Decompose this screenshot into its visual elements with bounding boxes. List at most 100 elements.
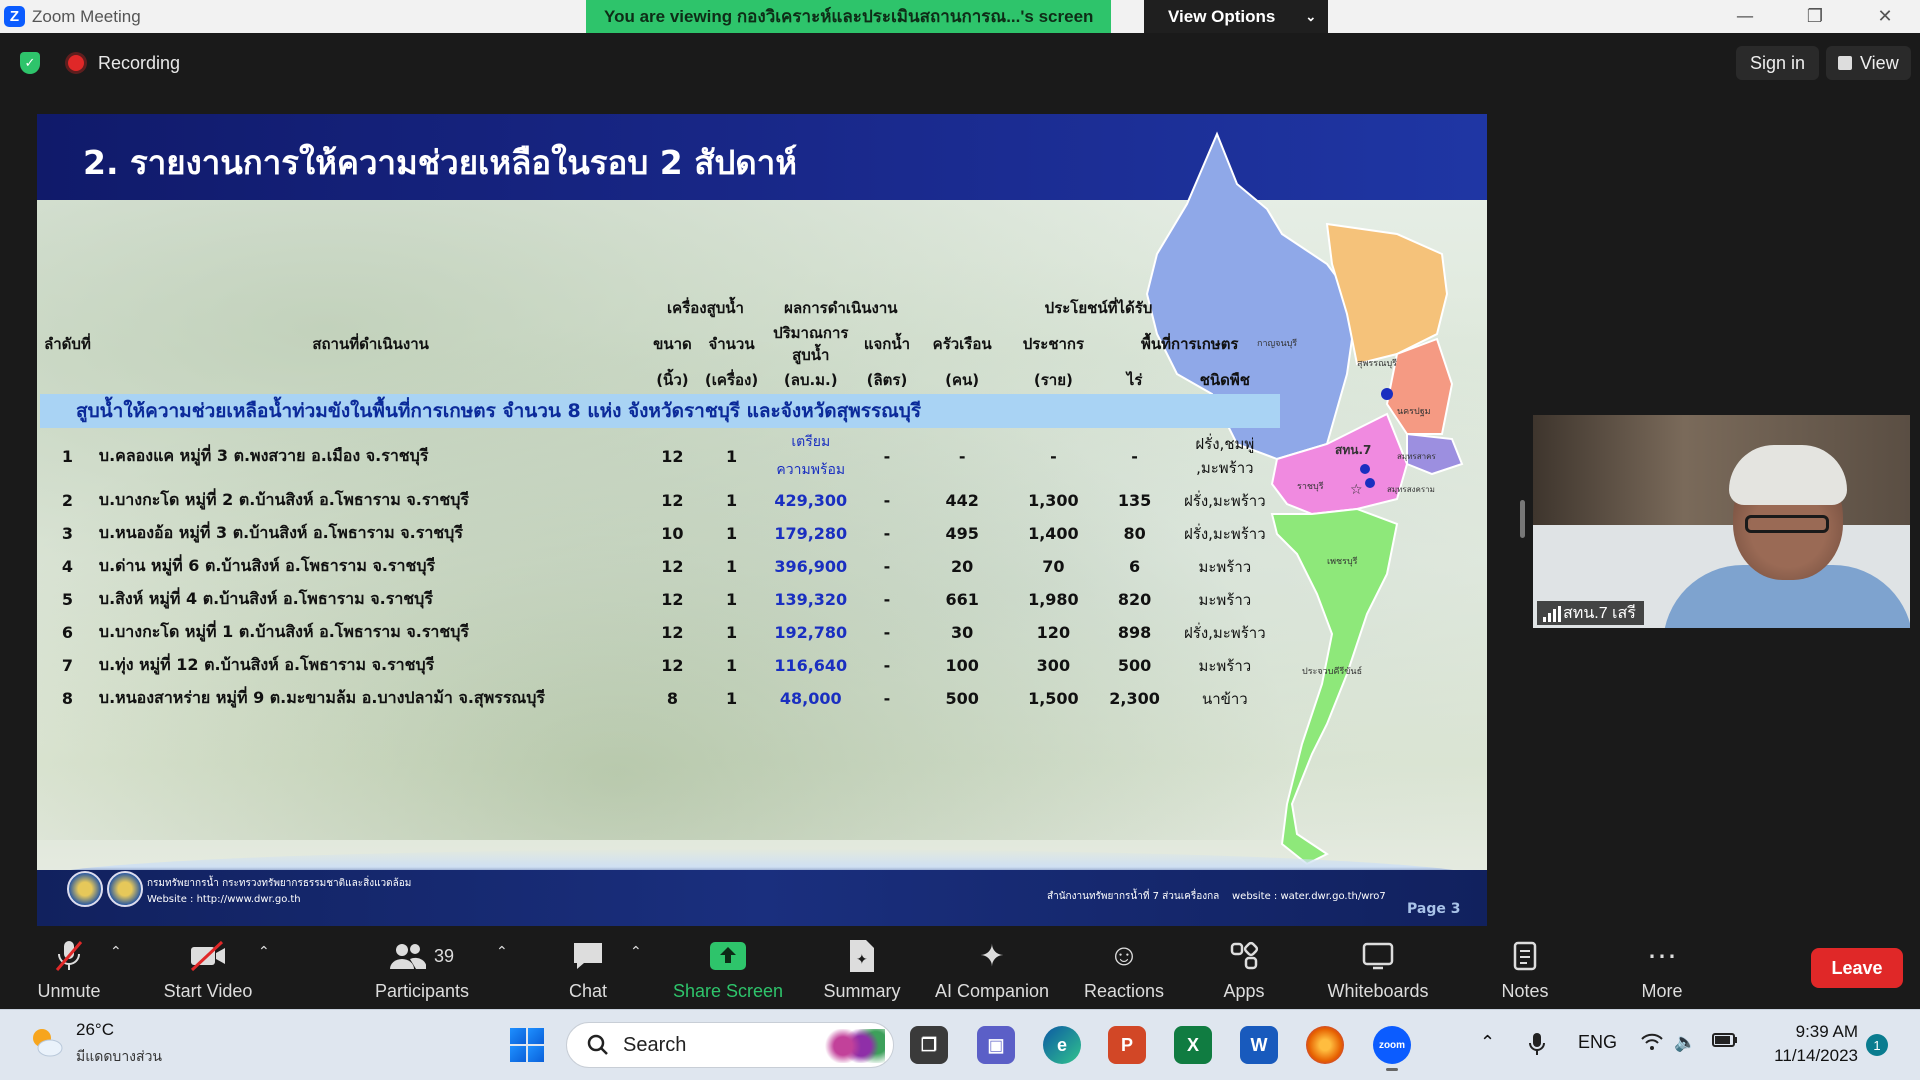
edge-browser-icon[interactable]: e [1043, 1026, 1081, 1064]
map-label: ประจวบคีรีขันธ์ [1302, 665, 1362, 677]
cell-place: บ.บางกะโด หมู่ที่ 1 ต.บ้านสิงห์ อ.โพธารา… [98, 622, 469, 641]
recording-label[interactable]: Recording [98, 53, 180, 74]
cell-size: 10 [661, 524, 684, 543]
apps-button[interactable]: Apps [1196, 930, 1292, 1010]
cell-population: 1,300 [1028, 491, 1079, 510]
weather-condition[interactable]: มีแดดบางส่วน [76, 1046, 162, 1068]
unmute-button[interactable]: Unmute [30, 930, 108, 1010]
teams-chat-icon[interactable]: ▣ [977, 1026, 1015, 1064]
share-screen-button[interactable]: Share Screen [666, 930, 790, 1010]
cell-no: 5 [61, 590, 74, 609]
participants-caret-icon[interactable]: ⌃ [496, 944, 508, 960]
video-options-caret-icon[interactable]: ⌃ [258, 944, 270, 960]
participant-video-tile[interactable]: สทน.7 เสรี [1533, 415, 1910, 628]
cell-population: 120 [1036, 623, 1071, 642]
table-row: 7 บ.ทุ่ง หมู่ที่ 12 ต.บ้านสิงห์ อ.โพธารา… [40, 649, 1280, 682]
ai-companion-button[interactable]: ✦ AI Companion [930, 930, 1054, 1010]
cell-water: - [883, 590, 891, 609]
view-button-label: View [1860, 52, 1899, 73]
restore-icon[interactable]: ❐ [1780, 0, 1850, 33]
wifi-icon[interactable] [1640, 1032, 1664, 1057]
notes-button[interactable]: Notes [1482, 930, 1568, 1010]
taskbar-clock[interactable]: 9:39 AM 11/14/2023 [1754, 1020, 1858, 1068]
cell-volume: 396,900 [774, 557, 848, 576]
powerpoint-icon[interactable]: P [1108, 1026, 1146, 1064]
windows-start-icon[interactable] [510, 1028, 544, 1062]
close-icon[interactable]: ✕ [1850, 0, 1920, 33]
footer-office: สำนักงานทรัพยากรน้ำที่ 7 ส่วนเครื่องกล [1047, 891, 1220, 902]
battery-icon[interactable] [1712, 1032, 1738, 1053]
dwr-seal-icon [107, 871, 143, 907]
minimize-icon[interactable]: — [1710, 0, 1780, 33]
more-button[interactable]: ⋯ More [1622, 930, 1702, 1010]
weather-sun-cloud-icon[interactable] [28, 1024, 64, 1060]
footer-org: กรมทรัพยากรน้ำ กระทรวงทรัพยากรธรรมชาติแล… [147, 878, 412, 889]
microphone-icon[interactable] [1528, 1032, 1546, 1061]
cell-place: บ.ทุ่ง หมู่ที่ 12 ต.บ้านสิงห์ อ.โพธาราม … [98, 655, 435, 674]
cell-rai: 500 [1117, 656, 1152, 675]
summary-button[interactable]: ✦ Summary [810, 930, 914, 1010]
search-icon [587, 1034, 608, 1055]
header-households: ครัวเรือน [932, 335, 992, 353]
cell-crop: มะพร้าว [1198, 590, 1252, 609]
svg-text:☆: ☆ [1350, 482, 1363, 498]
whiteboards-button[interactable]: Whiteboards [1316, 930, 1440, 1010]
chat-label: Chat [568, 981, 608, 1001]
chat-button[interactable]: Chat [548, 930, 628, 1010]
reactions-button[interactable]: ☺ Reactions [1076, 930, 1172, 1010]
leave-button[interactable]: Leave [1811, 948, 1903, 988]
ai-companion-label: AI Companion [934, 981, 1050, 1001]
view-options-button[interactable]: View Options ⌄ [1144, 0, 1328, 33]
volume-icon[interactable]: 🔈 [1674, 1032, 1696, 1053]
sign-in-button[interactable]: Sign in [1736, 46, 1820, 80]
participant-name-tag: สทน.7 เสรี [1537, 601, 1644, 625]
chat-caret-icon[interactable]: ⌃ [630, 944, 642, 960]
svg-text:✦: ✦ [856, 951, 868, 967]
viewing-screen-banner: You are viewing กองวิเคราะห์และประเมินสถ… [586, 0, 1112, 33]
start-video-button[interactable]: Start Video [156, 930, 260, 1010]
cell-water: - [883, 524, 891, 543]
cell-size: 12 [661, 656, 684, 675]
notes-icon [1505, 937, 1545, 975]
slide-title: 2. รายงานการให้ความช่วยเหลือในรอบ 2 สัปด… [83, 143, 798, 182]
cell-population: 1,500 [1028, 689, 1079, 708]
firefox-icon[interactable] [1306, 1026, 1344, 1064]
zoom-app-icon[interactable]: zoom [1373, 1026, 1411, 1064]
show-hidden-icons-chevron-icon[interactable]: ⌃ [1480, 1032, 1495, 1053]
excel-icon[interactable]: X [1174, 1026, 1212, 1064]
notification-badge[interactable]: 1 [1866, 1034, 1888, 1056]
word-icon[interactable]: W [1240, 1026, 1278, 1064]
cell-crop: ฝรั่ง,มะพร้าว [1183, 491, 1266, 510]
security-shield-icon[interactable]: ✓ [20, 52, 40, 74]
resize-handle[interactable] [1520, 500, 1525, 538]
more-dots-icon: ⋯ [1647, 939, 1677, 973]
window-title: Zoom Meeting [32, 7, 141, 26]
cell-water: - [883, 446, 891, 466]
shared-screen-slide: 2. รายงานการให้ความช่วยเหลือในรอบ 2 สัปด… [37, 114, 1487, 926]
viewing-screen-text: You are viewing กองวิเคราะห์และประเมินสถ… [604, 7, 1094, 26]
participants-button[interactable]: 39 Participants [370, 930, 474, 1010]
map-nakhonpathom [1385, 337, 1454, 435]
cell-households: 100 [945, 656, 979, 675]
table-row: 1 บ.คลองแค หมู่ที่ 3 ต.พงสวาย อ.เมือง จ.… [40, 428, 1280, 484]
map-label: ราชบุรี [1297, 481, 1324, 492]
weather-temperature[interactable]: 26°C [76, 1020, 114, 1040]
table-row: 8 บ.หนองสาหร่าย หมู่ที่ 9 ต.มะขามล้ม อ.บ… [40, 682, 1280, 715]
view-button[interactable]: View [1826, 46, 1911, 80]
cell-crop-line2: ,มะพร้าว [1196, 459, 1254, 477]
reactions-emoji-icon: ☺ [1108, 939, 1140, 972]
cell-size: 12 [661, 590, 684, 609]
taskbar-search[interactable]: Search [566, 1022, 894, 1068]
cell-population: 1,400 [1028, 524, 1079, 543]
table-row: 4 บ.ด่าน หมู่ที่ 6 ต.บ้านสิงห์ อ.โพธาราม… [40, 550, 1280, 583]
cell-water: - [883, 491, 891, 510]
recording-icon[interactable] [68, 55, 84, 71]
header-water-unit: (ลิตร) [866, 371, 908, 389]
cell-rai: 898 [1117, 623, 1152, 642]
header-benefit: ประโยชน์ที่ได้รับ [1044, 299, 1153, 317]
language-indicator[interactable]: ENG [1578, 1032, 1617, 1053]
task-view-icon[interactable]: ❐ [910, 1026, 948, 1064]
zoom-logo-icon: Z [4, 6, 25, 27]
audio-options-caret-icon[interactable]: ⌃ [110, 944, 122, 960]
map-label: สทน.7 [1335, 443, 1371, 457]
